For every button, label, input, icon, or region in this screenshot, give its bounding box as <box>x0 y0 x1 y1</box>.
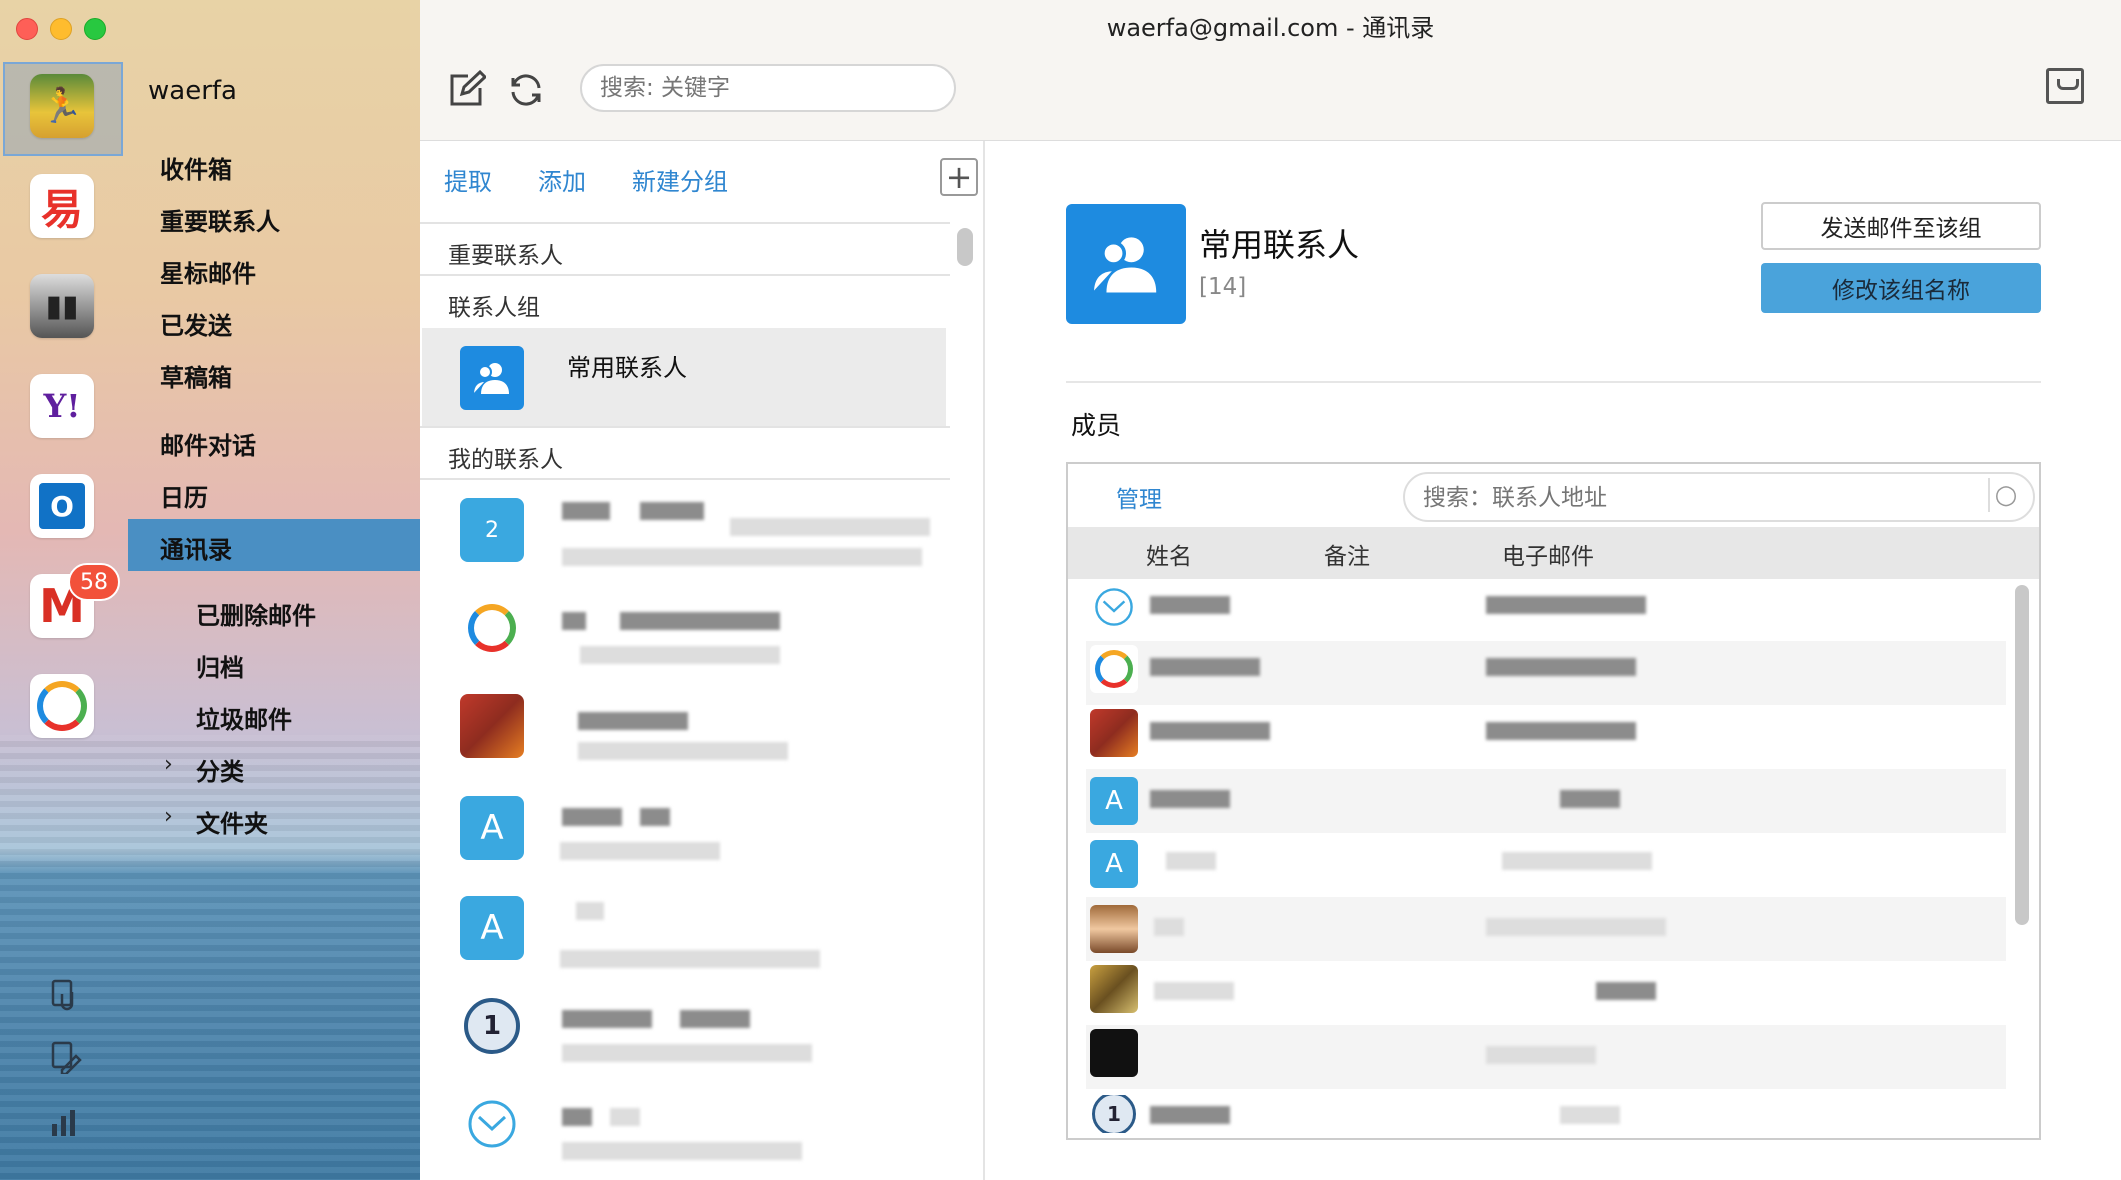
folder-important-contacts[interactable]: 重要联系人 <box>160 202 280 237</box>
notes-icon[interactable] <box>48 1040 82 1074</box>
refresh-button[interactable] <box>504 68 548 112</box>
contact-avatar: A <box>1090 840 1138 888</box>
account-yahoo[interactable]: Y! <box>30 374 94 438</box>
add-contact-link[interactable]: 添加 <box>538 162 586 197</box>
chevron-right-icon[interactable]: › <box>164 804 173 829</box>
group-title: 常用联系人 <box>1199 226 1360 264</box>
list-item[interactable] <box>562 808 622 826</box>
unread-badge: 58 <box>68 563 120 601</box>
account-163[interactable]: 易 <box>30 174 94 238</box>
1password-icon: 1 <box>1090 1095 1138 1133</box>
folder-starred[interactable]: 星标邮件 <box>160 254 256 289</box>
group-icon-large <box>1066 204 1186 324</box>
account-name: waerfa <box>148 76 237 106</box>
send-to-group-button[interactable]: 发送邮件至该组 <box>1761 202 2041 250</box>
folder-drafts[interactable]: 草稿箱 <box>160 358 232 393</box>
qq-mail-icon <box>1090 645 1138 693</box>
folder-inbox[interactable]: 收件箱 <box>160 150 232 185</box>
section-important-contacts[interactable]: 重要联系人 <box>420 222 950 274</box>
search-input[interactable] <box>580 64 956 112</box>
compose-button[interactable] <box>444 68 488 112</box>
search-icon[interactable]: ○ <box>1988 478 2022 512</box>
chevron-right-icon[interactable]: › <box>164 752 173 777</box>
contact-avatar: A <box>460 896 524 960</box>
inbox-tray-icon[interactable] <box>2046 68 2084 104</box>
account-outlook[interactable]: O <box>30 474 94 538</box>
scrollbar[interactable] <box>2015 585 2029 925</box>
list-item[interactable] <box>562 1108 592 1126</box>
contact-photo-avatar <box>1090 1029 1138 1077</box>
attachments-icon[interactable] <box>48 978 82 1012</box>
contact-avatar: A <box>460 796 524 860</box>
folder-calendar[interactable]: 日历 <box>160 478 208 513</box>
folder-conversations[interactable]: 邮件对话 <box>160 426 256 461</box>
compose-icon <box>450 70 486 106</box>
members-heading: 成员 <box>1071 411 1122 440</box>
manage-link[interactable]: 管理 <box>1116 480 1162 514</box>
qq-mail-icon <box>37 681 87 731</box>
minimize-window-button[interactable] <box>50 18 72 40</box>
photo-avatar-icon: 🏃 <box>40 86 84 126</box>
group-name: 常用联系人 <box>567 354 687 382</box>
window-title: waerfa@gmail.com - 通讯录 <box>1106 14 1435 42</box>
column-email[interactable]: 电子邮件 <box>1502 537 1594 571</box>
mail-app-icon <box>460 1092 524 1156</box>
list-item[interactable] <box>562 1010 652 1028</box>
app-window: 🏃 易 ▮▮ Y! O M 58 waerfa 收件箱 重要联系人 星标邮件 已… <box>0 0 2121 1180</box>
fetch-contacts-link[interactable]: 提取 <box>444 162 492 197</box>
rename-group-button[interactable]: 修改该组名称 <box>1761 263 2041 313</box>
photo-avatar-icon: ▮▮ <box>45 288 79 324</box>
group-icon <box>460 346 524 410</box>
divider <box>1066 381 2041 383</box>
section-my-contacts: 我的联系人 <box>420 426 950 478</box>
column-remark[interactable]: 备注 <box>1324 537 1370 571</box>
folder-spam[interactable]: 垃圾邮件 <box>196 700 292 735</box>
contact-photo-avatar <box>1090 965 1138 1013</box>
refresh-icon <box>511 74 541 106</box>
account-photo[interactable]: ▮▮ <box>30 274 94 338</box>
outlook-icon: O <box>39 483 85 529</box>
1password-icon: 1 <box>460 994 524 1058</box>
member-search-input[interactable] <box>1403 472 2035 522</box>
column-name[interactable]: 姓名 <box>1146 537 1192 571</box>
contact-avatar: 2 <box>460 498 524 562</box>
qq-mail-icon <box>460 596 524 660</box>
close-window-button[interactable] <box>16 18 38 40</box>
folder-folders[interactable]: 文件夹 <box>196 804 268 839</box>
new-group-link[interactable]: 新建分组 <box>632 162 728 197</box>
contact-photo-avatar <box>460 694 524 758</box>
contact-photo-avatar <box>1090 709 1138 757</box>
contact-avatar: A <box>1090 777 1138 825</box>
list-item[interactable] <box>562 502 610 520</box>
list-item[interactable] <box>576 902 604 920</box>
scrollbar[interactable] <box>957 228 973 266</box>
folder-categories[interactable]: 分类 <box>196 752 244 787</box>
account-qq[interactable] <box>30 674 94 738</box>
folder-deleted[interactable]: 已删除邮件 <box>196 596 316 631</box>
list-item[interactable] <box>562 612 586 630</box>
zoom-window-button[interactable] <box>84 18 106 40</box>
contact-photo-avatar <box>1090 905 1138 953</box>
add-icon[interactable]: + <box>940 158 978 196</box>
yahoo-icon: Y! <box>43 387 81 425</box>
section-contact-groups: 联系人组 <box>420 274 950 326</box>
mail-app-icon <box>1090 583 1138 631</box>
folder-sent[interactable]: 已发送 <box>160 306 232 341</box>
list-item[interactable] <box>578 712 688 730</box>
folder-archive[interactable]: 归档 <box>196 648 244 683</box>
folder-contacts[interactable]: 通讯录 <box>160 530 232 565</box>
account-avatar-waerfa[interactable]: 🏃 <box>30 74 94 138</box>
member-count: [14] <box>1199 274 1247 300</box>
netease-163-icon: 易 <box>40 184 83 234</box>
statistics-icon[interactable] <box>48 1106 82 1140</box>
